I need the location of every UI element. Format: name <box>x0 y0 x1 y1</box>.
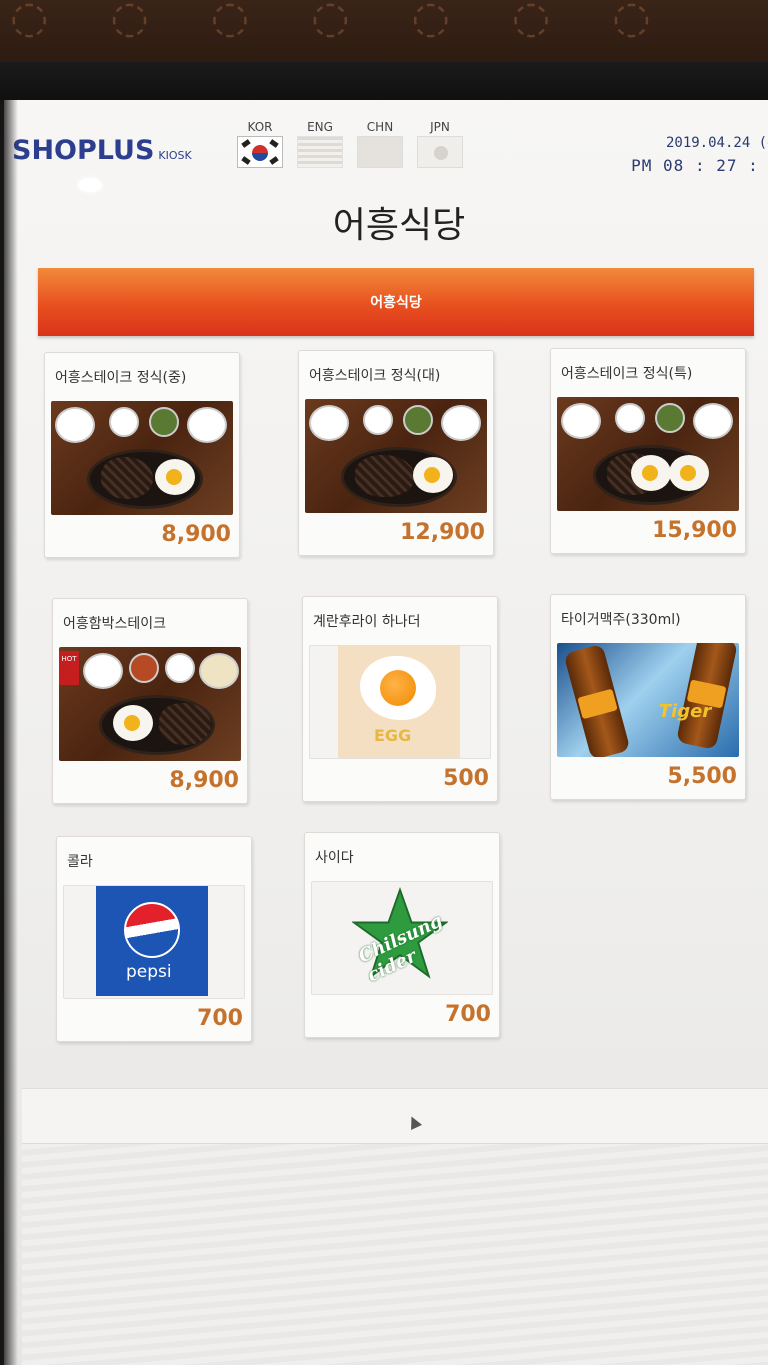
pepsi-globe-icon <box>124 902 180 958</box>
menu-item-name: 어흥스테이크 정식(특) <box>561 366 693 382</box>
menu-item-price: 500 <box>443 766 489 791</box>
lang-jpn-button[interactable]: JPN <box>410 120 470 168</box>
usa-flag-icon <box>297 136 343 168</box>
steak-set-image <box>305 399 487 513</box>
lang-label: ENG <box>307 120 333 134</box>
menu-item-name: 콜라 <box>67 854 93 870</box>
lang-label: CHN <box>366 120 394 134</box>
lang-label: KOR <box>247 120 273 134</box>
language-selector: KOR ENG CHN JPN <box>230 120 470 168</box>
menu-item-price: 700 <box>445 1002 491 1027</box>
menu-item-name: 계란후라이 하나더 <box>313 614 421 630</box>
menu-card-tiger-beer[interactable]: 타이거맥주(330ml) Tiger 5,500 <box>550 594 746 800</box>
menu-card-fried-egg[interactable]: 계란후라이 하나더 EGG 500 <box>302 596 498 802</box>
egg-image-text: EGG <box>374 726 412 745</box>
restaurant-signboard: ◌ ◌ ◌ ◌ ◌ ◌ ◌ <box>0 0 768 70</box>
menu-card-steak-large[interactable]: 어흥스테이크 정식(대) 12,900 <box>298 350 494 556</box>
shoplus-logo: SHOPLUS KIOSK <box>12 135 192 166</box>
lang-chn-button[interactable]: CHN <box>350 120 410 168</box>
menu-item-name: 타이거맥주(330ml) <box>561 612 681 628</box>
beer-brand-text: Tiger <box>658 701 712 722</box>
lang-eng-button[interactable]: ENG <box>290 120 350 168</box>
menu-card-steak-special[interactable]: 어흥스테이크 정식(특) 15,900 <box>550 348 746 554</box>
time-text: PM 08 : 27 : 3 <box>631 156 768 175</box>
logo-sub-text: KIOSK <box>158 149 192 162</box>
signboard-carving: ◌ ◌ ◌ ◌ ◌ ◌ ◌ <box>10 0 675 43</box>
menu-item-name: 어흥함박스테이크 <box>63 616 167 632</box>
menu-item-price: 8,900 <box>169 768 239 793</box>
logo-main-text: SHOPLUS <box>12 135 155 166</box>
menu-card-hamburg-steak[interactable]: 어흥함박스테이크 HOT 8,900 <box>52 598 248 804</box>
fried-egg-image: EGG <box>309 645 491 759</box>
menu-item-name: 어흥스테이크 정식(대) <box>309 368 441 384</box>
bezel-shadow <box>0 100 18 1365</box>
menu-item-price: 12,900 <box>400 520 485 545</box>
lang-label: JPN <box>430 120 450 134</box>
lang-kor-button[interactable]: KOR <box>230 120 290 168</box>
china-flag-icon <box>357 136 403 168</box>
store-title: 어흥식당 <box>332 205 466 246</box>
order-area <box>22 1144 768 1365</box>
menu-item-price: 15,900 <box>652 518 737 543</box>
korea-flag-icon <box>237 136 283 168</box>
menu-item-price: 8,900 <box>161 522 231 547</box>
pepsi-image-text: pepsi <box>126 962 172 982</box>
tiger-beer-image: Tiger <box>557 643 739 757</box>
cider-image: Chilsung cider <box>311 881 493 995</box>
menu-item-name: 어흥스테이크 정식(중) <box>55 370 187 386</box>
menu-item-price: 700 <box>197 1006 243 1031</box>
hot-badge: HOT <box>59 651 79 685</box>
japan-flag-icon <box>417 136 463 168</box>
hamburg-steak-image: HOT <box>59 647 241 761</box>
menu-card-cola[interactable]: 콜라 pepsi 700 <box>56 836 252 1042</box>
category-label: 어흥식당 <box>370 295 422 311</box>
steak-set-image <box>557 397 739 511</box>
steak-set-image <box>51 401 233 515</box>
menu-card-cider[interactable]: 사이다 Chilsung cider 700 <box>304 832 500 1038</box>
datetime-display: 2019.04.24 (수 PM 08 : 27 : 3 <box>631 132 768 175</box>
cart-tray <box>22 1088 768 1144</box>
date-text: 2019.04.24 (수 <box>665 135 768 151</box>
category-tab[interactable]: 어흥식당 <box>38 268 754 336</box>
menu-card-steak-medium[interactable]: 어흥스테이크 정식(중) 8,900 <box>44 352 240 558</box>
pepsi-image: pepsi <box>63 885 245 999</box>
screen-glare <box>78 178 102 192</box>
menu-item-price: 5,500 <box>667 764 737 789</box>
kiosk-screen: SHOPLUS KIOSK KOR ENG CHN JPN 2019.04.24… <box>4 100 768 1365</box>
menu-item-name: 사이다 <box>315 850 354 866</box>
